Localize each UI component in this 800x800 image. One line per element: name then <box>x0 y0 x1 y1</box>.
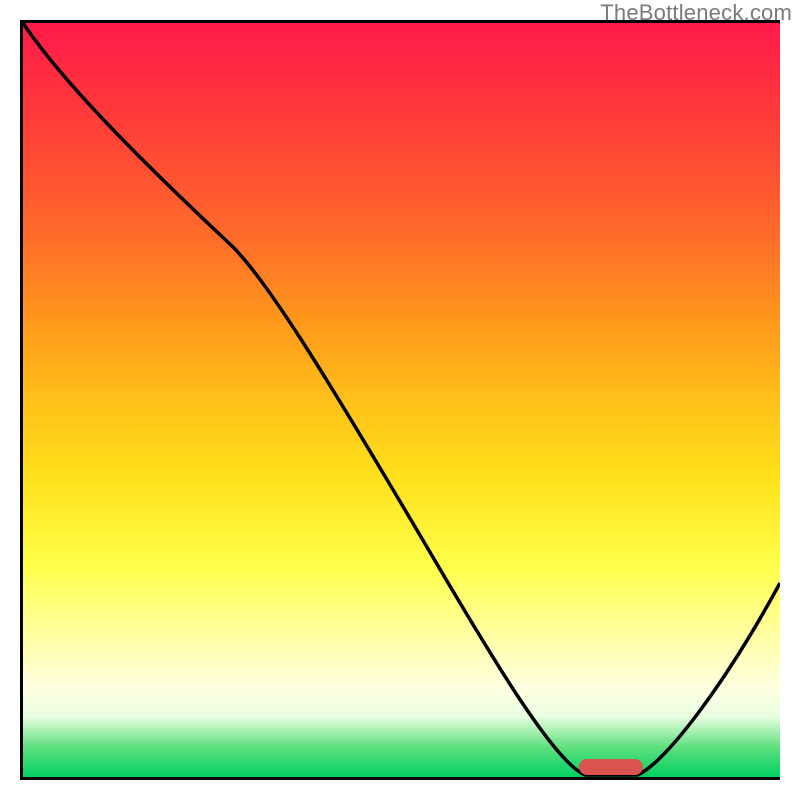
curve-path <box>23 23 780 775</box>
plot-area <box>20 20 780 780</box>
optimal-marker <box>579 759 643 775</box>
watermark-text: TheBottleneck.com <box>600 0 792 26</box>
bottleneck-curve <box>23 23 780 777</box>
chart-container: TheBottleneck.com <box>0 0 800 800</box>
